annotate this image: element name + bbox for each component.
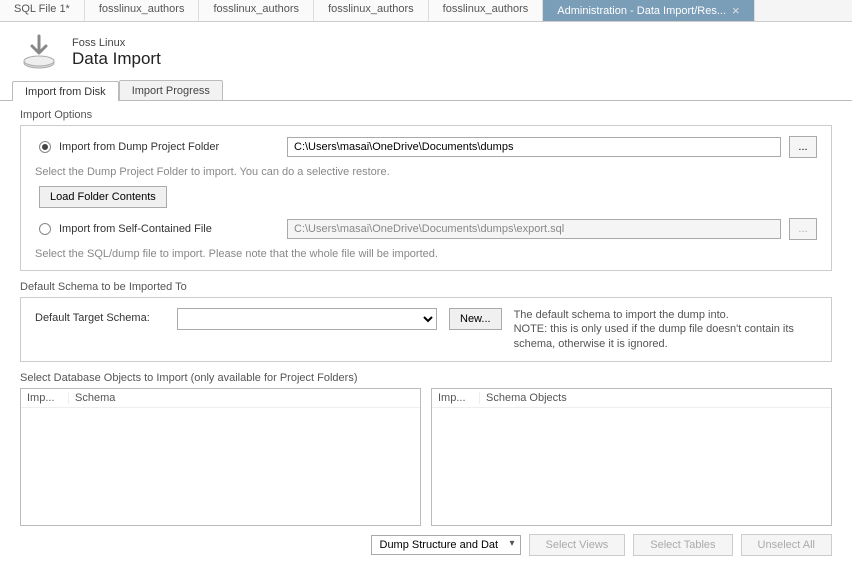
schema-list-header: Imp... Schema bbox=[21, 389, 420, 408]
default-schema-box: Default Target Schema: New... The defaul… bbox=[20, 297, 832, 362]
dump-folder-path-input[interactable] bbox=[287, 137, 781, 157]
page-title: Data Import bbox=[72, 49, 161, 69]
self-contained-path-input bbox=[287, 219, 781, 239]
tab-label: Administration - Data Import/Res... bbox=[557, 5, 726, 17]
import-options-legend: Import Options bbox=[20, 109, 832, 121]
radio-self-contained[interactable] bbox=[39, 223, 51, 235]
tab-sql-file-1[interactable]: SQL File 1* bbox=[0, 0, 85, 21]
self-contained-browse-button: ... bbox=[789, 218, 817, 240]
new-schema-button[interactable]: New... bbox=[449, 308, 502, 330]
sub-tab-import-from-disk[interactable]: Import from Disk bbox=[12, 81, 119, 101]
select-views-button: Select Views bbox=[529, 534, 626, 556]
import-icon bbox=[18, 34, 60, 72]
schema-objects-list[interactable]: Imp... Schema Objects bbox=[431, 388, 832, 526]
sub-tab-import-progress[interactable]: Import Progress bbox=[119, 80, 223, 100]
schema-list-col-import: Imp... bbox=[21, 392, 69, 404]
load-folder-contents-button[interactable]: Load Folder Contents bbox=[39, 186, 167, 208]
schema-objects-col-objects: Schema Objects bbox=[480, 392, 831, 404]
default-target-schema-select[interactable] bbox=[177, 308, 437, 330]
schema-list-col-schema: Schema bbox=[69, 392, 420, 404]
unselect-all-button: Unselect All bbox=[741, 534, 832, 556]
schema-objects-col-import: Imp... bbox=[432, 392, 480, 404]
schema-list[interactable]: Imp... Schema bbox=[20, 388, 421, 526]
close-icon[interactable]: × bbox=[732, 4, 740, 17]
schema-objects-list-header: Imp... Schema Objects bbox=[432, 389, 831, 408]
tab-fosslinux-authors-4[interactable]: fosslinux_authors bbox=[429, 0, 544, 21]
page-subtitle: Foss Linux bbox=[72, 37, 161, 49]
import-options-box: Import from Dump Project Folder ... Sele… bbox=[20, 125, 832, 271]
default-target-schema-label: Default Target Schema: bbox=[35, 308, 165, 324]
select-tables-button: Select Tables bbox=[633, 534, 732, 556]
radio-self-contained-label: Import from Self-Contained File bbox=[59, 223, 279, 235]
dump-type-select[interactable]: Dump Structure and Dat bbox=[371, 535, 521, 555]
dump-folder-browse-button[interactable]: ... bbox=[789, 136, 817, 158]
radio-dump-folder-label: Import from Dump Project Folder bbox=[59, 141, 279, 153]
tab-fosslinux-authors-1[interactable]: fosslinux_authors bbox=[85, 0, 200, 21]
default-schema-description: The default schema to import the dump in… bbox=[514, 308, 817, 351]
tab-fosslinux-authors-2[interactable]: fosslinux_authors bbox=[199, 0, 314, 21]
dump-folder-hint: Select the Dump Project Folder to import… bbox=[35, 166, 817, 178]
self-contained-hint: Select the SQL/dump file to import. Plea… bbox=[35, 248, 817, 260]
sub-tab-bar: Import from Disk Import Progress bbox=[0, 80, 852, 101]
select-objects-legend: Select Database Objects to Import (only … bbox=[20, 372, 832, 384]
default-schema-legend: Default Schema to be Imported To bbox=[20, 281, 832, 293]
top-tab-bar: SQL File 1* fosslinux_authors fosslinux_… bbox=[0, 0, 852, 22]
tab-administration-data-import[interactable]: Administration - Data Import/Res... × bbox=[543, 0, 754, 21]
page-header: Foss Linux Data Import bbox=[0, 22, 852, 80]
radio-dump-folder[interactable] bbox=[39, 141, 51, 153]
tab-fosslinux-authors-3[interactable]: fosslinux_authors bbox=[314, 0, 429, 21]
